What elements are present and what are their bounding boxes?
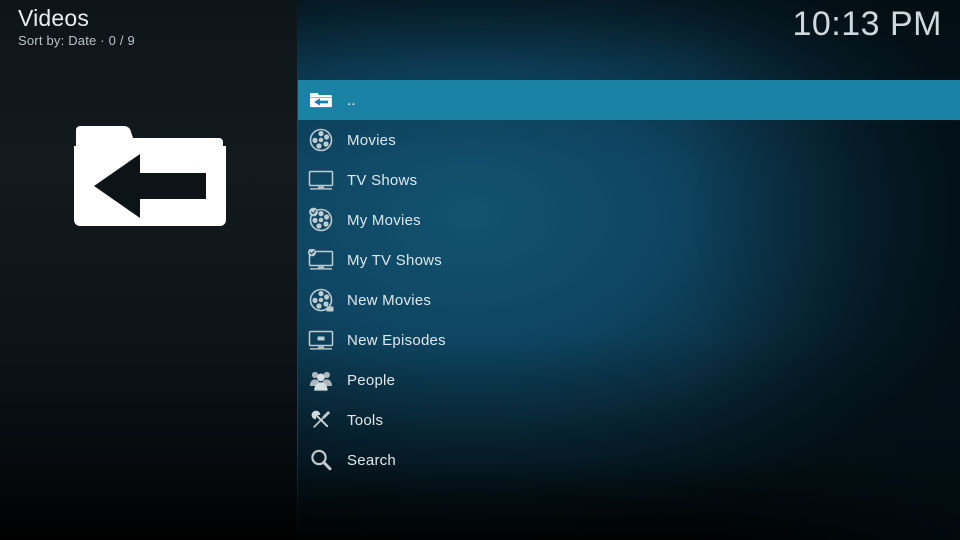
page-title: Videos (18, 5, 90, 31)
list-item-label: People (347, 371, 396, 389)
search-magnifier-icon (298, 440, 344, 480)
kodi-videos-screen: Videos Sort by: Date · 0 / 9 10:13 PM ..… (0, 0, 960, 540)
header: Videos Sort by: Date · 0 / 9 (18, 4, 298, 48)
list-item-label: Movies (347, 131, 397, 149)
list-item-label: My TV Shows (347, 251, 442, 269)
television-badge-icon (298, 240, 344, 280)
list-item-label: Search (347, 451, 397, 469)
list-item-label: .. (347, 91, 356, 109)
tools-wrench-screwdriver-icon (298, 400, 344, 440)
sort-and-count-label: Sort by: Date · 0 / 9 (18, 33, 135, 48)
list-item-my-movies[interactable]: My Movies (298, 200, 960, 240)
list-item-people[interactable]: People (298, 360, 960, 400)
list-item-my-tv-shows[interactable]: My TV Shows (298, 240, 960, 280)
list-item-new-episodes[interactable]: New Episodes (298, 320, 960, 360)
list-item-label: Tools (347, 411, 384, 429)
list-item-label: New Movies (347, 291, 432, 309)
list-item-new-movies[interactable]: New Movies (298, 280, 960, 320)
list-item-label: TV Shows (347, 171, 418, 189)
list-item-tools[interactable]: Tools (298, 400, 960, 440)
list-item-label: My Movies (347, 211, 421, 229)
list-item-movies[interactable]: Movies (298, 120, 960, 160)
people-group-icon (298, 360, 344, 400)
television-icon (298, 160, 344, 200)
film-reel-badge-icon (298, 200, 344, 240)
list-item-parent-directory[interactable]: .. (298, 80, 960, 120)
list-item-label: New Episodes (347, 331, 446, 349)
television-new-icon (298, 320, 344, 360)
film-reel-icon (298, 120, 344, 160)
folder-back-icon (298, 80, 344, 120)
list-item-search[interactable]: Search (298, 440, 960, 480)
folder-back-icon (66, 110, 234, 242)
list-item-tv-shows[interactable]: TV Shows (298, 160, 960, 200)
video-source-list[interactable]: .. Movies TV Shows My Movies My TV Shows… (298, 80, 960, 480)
film-reel-new-icon (298, 280, 344, 320)
clock: 10:13 PM (792, 5, 942, 43)
left-preview-panel (0, 0, 298, 540)
